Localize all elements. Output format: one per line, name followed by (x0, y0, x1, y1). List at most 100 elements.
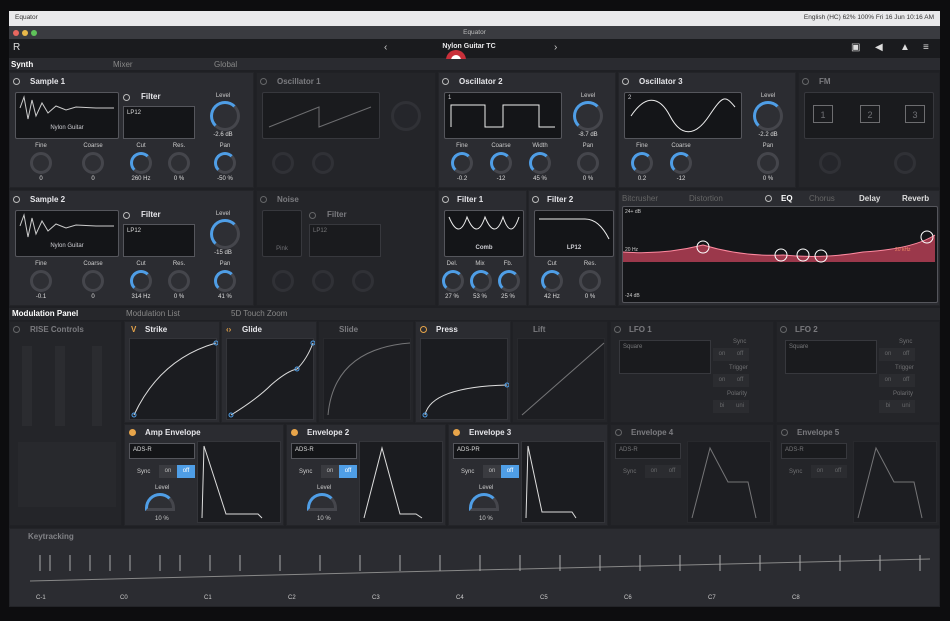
lift-curve[interactable] (517, 338, 605, 420)
noise-type[interactable]: Pink (262, 210, 302, 257)
lfo2-polarity-toggle[interactable]: bi uni (879, 400, 915, 413)
power-icon[interactable] (614, 326, 621, 333)
coarse-knob[interactable] (312, 152, 334, 174)
del-knob[interactable] (442, 270, 464, 292)
env5-type-select[interactable]: ADS-R (781, 443, 847, 459)
knob[interactable] (312, 270, 334, 292)
power-icon[interactable] (780, 326, 787, 333)
slide-curve[interactable] (323, 338, 411, 420)
osc-waveform[interactable]: 1 (444, 92, 562, 139)
keytracking-keys[interactable] (30, 547, 930, 587)
knob[interactable] (894, 152, 916, 174)
fine-knob[interactable] (272, 152, 294, 174)
coarse-knob[interactable] (670, 152, 692, 174)
cut-knob[interactable] (130, 152, 152, 174)
rise-xy-pad[interactable] (18, 442, 116, 507)
power-icon[interactable] (765, 195, 772, 202)
power-icon[interactable] (13, 196, 20, 203)
tab-bitcrusher[interactable]: Bitcrusher (622, 194, 658, 203)
amp-type-select[interactable]: ADS-R (129, 443, 195, 459)
env4-type-select[interactable]: ADS-R (615, 443, 681, 459)
power-icon[interactable] (309, 212, 316, 219)
power-icon[interactable] (260, 196, 267, 203)
power-icon[interactable] (802, 78, 809, 85)
press-curve[interactable] (420, 338, 510, 420)
power-icon[interactable] (442, 78, 449, 85)
env2-sync-toggle[interactable]: on off (321, 465, 357, 478)
level-knob[interactable] (210, 219, 240, 249)
fm-node-2[interactable]: 2 (860, 105, 880, 123)
fm-node-1[interactable]: 1 (813, 105, 833, 123)
fb-knob[interactable] (498, 270, 520, 292)
rise-slider-3[interactable] (92, 346, 102, 426)
amp-level-knob[interactable] (145, 493, 175, 511)
tab-eq[interactable]: EQ (781, 194, 793, 203)
filter-type-select[interactable]: LP12 (123, 106, 195, 139)
close-icon[interactable] (13, 30, 19, 36)
env5-graph[interactable] (853, 441, 937, 523)
osc-waveform[interactable] (262, 92, 380, 139)
filter-response[interactable]: Comb (444, 210, 524, 257)
env3-level-knob[interactable] (469, 493, 499, 511)
osc-waveform[interactable]: 2 (624, 92, 742, 139)
noise-filter-select[interactable]: LP12 (309, 224, 381, 257)
lfo2-trigger-toggle[interactable]: on off (879, 374, 915, 387)
pan-knob[interactable] (757, 152, 779, 174)
tab-delay[interactable]: Delay (859, 194, 880, 203)
env3-sync-toggle[interactable]: on off (483, 465, 519, 478)
tab-5d-touch-zoom[interactable]: 5D Touch Zoom (231, 309, 287, 318)
tab-modulation-list[interactable]: Modulation List (126, 309, 180, 318)
tab-global[interactable]: Global (214, 60, 237, 69)
pan-knob[interactable] (214, 152, 236, 174)
eq-graph[interactable]: 24+ dB 20 Hz -24 dB 20 kHz (622, 206, 938, 303)
tab-modulation-panel[interactable]: Modulation Panel (12, 309, 78, 318)
env4-sync-toggle[interactable]: on off (645, 465, 681, 478)
power-icon[interactable] (13, 78, 20, 85)
width-knob[interactable] (529, 152, 551, 174)
amp-envelope-graph[interactable] (197, 441, 281, 523)
tab-chorus[interactable]: Chorus (809, 194, 835, 203)
level-knob[interactable] (753, 101, 783, 131)
env3-type-select[interactable]: ADS-PR (453, 443, 519, 459)
prev-preset-button[interactable]: ‹ (384, 42, 387, 53)
mix-knob[interactable] (470, 270, 492, 292)
lfo2-shape-select[interactable]: Square (785, 340, 877, 374)
cut-knob[interactable] (130, 270, 152, 292)
preset-name[interactable]: Nylon Guitar TC (409, 43, 529, 50)
level-knob[interactable] (573, 101, 603, 131)
minimize-icon[interactable] (22, 30, 28, 36)
tab-reverb[interactable]: Reverb (902, 194, 929, 203)
env2-type-select[interactable]: ADS-R (291, 443, 357, 459)
res-knob[interactable] (168, 270, 190, 292)
power-icon[interactable] (615, 429, 622, 436)
pan-knob[interactable] (214, 270, 236, 292)
lfo1-shape-select[interactable]: Square (619, 340, 711, 374)
env5-sync-toggle[interactable]: on off (811, 465, 847, 478)
power-icon[interactable] (123, 94, 130, 101)
window-icon[interactable]: ▣ (851, 42, 860, 53)
fm-node-3[interactable]: 3 (905, 105, 925, 123)
power-icon[interactable] (532, 196, 539, 203)
power-icon[interactable] (13, 326, 20, 333)
knob[interactable] (819, 152, 841, 174)
res-knob[interactable] (579, 270, 601, 292)
lfo2-sync-toggle[interactable]: on off (879, 348, 915, 361)
lfo1-polarity-toggle[interactable]: bi uni (713, 400, 749, 413)
fine-knob[interactable] (451, 152, 473, 174)
knob[interactable] (272, 270, 294, 292)
tab-mixer[interactable]: Mixer (113, 60, 133, 69)
lfo1-sync-toggle[interactable]: on off (713, 348, 749, 361)
coarse-knob[interactable] (82, 270, 104, 292)
res-knob[interactable] (168, 152, 190, 174)
env3-graph[interactable] (521, 441, 605, 523)
filter-type-select[interactable]: LP12 (123, 224, 195, 257)
power-icon[interactable] (442, 196, 449, 203)
glide-curve[interactable] (226, 338, 316, 420)
fine-knob[interactable] (30, 152, 52, 174)
zoom-icon[interactable] (31, 30, 37, 36)
menu-icon[interactable]: ≡ (923, 42, 929, 53)
tab-synth[interactable]: Synth (11, 60, 33, 69)
rise-slider-2[interactable] (55, 346, 65, 426)
filter-response[interactable]: LP12 (534, 210, 614, 257)
amp-sync-toggle[interactable]: on off (159, 465, 195, 478)
